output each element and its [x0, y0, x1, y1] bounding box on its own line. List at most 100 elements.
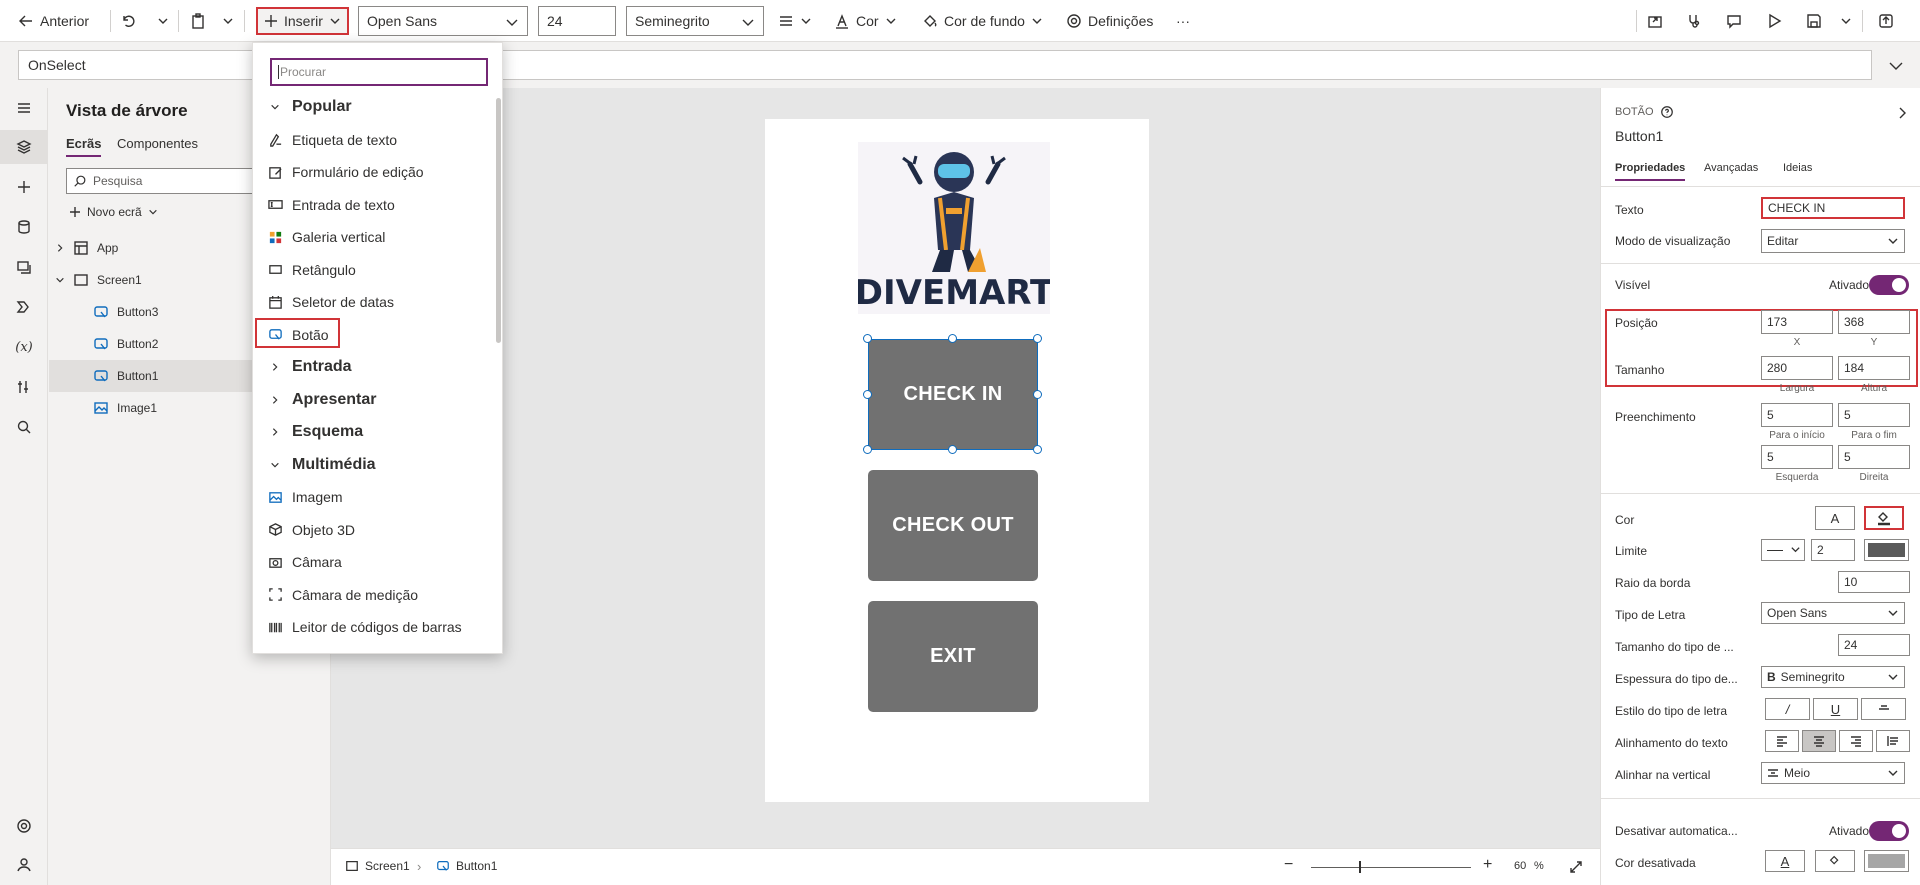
resize-handle[interactable]	[1033, 390, 1042, 399]
insert-item[interactable]: Objeto 3D	[253, 514, 493, 546]
display-mode-select[interactable]: Editar	[1761, 229, 1905, 253]
resize-handle[interactable]	[863, 445, 872, 454]
expand-formula-icon[interactable]	[1888, 58, 1904, 74]
insert-item[interactable]: Câmara	[253, 546, 493, 578]
app-checker-button[interactable]	[1686, 0, 1702, 42]
data-button[interactable]	[0, 210, 48, 244]
variables-button[interactable]: (x)	[0, 330, 48, 364]
formula-input[interactable]	[502, 50, 1872, 80]
visible-toggle[interactable]	[1869, 275, 1909, 295]
padding-right-input[interactable]: 5	[1838, 445, 1910, 469]
insert-item[interactable]: Formulário de edição	[253, 156, 493, 188]
media-button[interactable]	[0, 250, 48, 284]
breadcrumb-control[interactable]: Button1	[436, 859, 497, 873]
chevron-right-icon[interactable]	[1895, 106, 1909, 120]
check-out-button[interactable]: CHECK OUT	[868, 470, 1038, 581]
fill-color-button[interactable]	[1864, 506, 1904, 530]
font-weight-select[interactable]: Seminegrito	[626, 6, 764, 36]
tab-properties[interactable]: Propriedades	[1615, 162, 1686, 181]
height-input[interactable]: 184	[1838, 356, 1910, 380]
category-popular[interactable]: Popular	[253, 91, 493, 123]
border-style-select[interactable]	[1761, 539, 1805, 561]
insert-item[interactable]: Imagem	[253, 481, 493, 513]
color-button[interactable]: Cor	[834, 0, 897, 42]
x-input[interactable]: 173	[1761, 310, 1833, 334]
resize-handle[interactable]	[948, 334, 957, 343]
publish-button[interactable]	[1878, 0, 1894, 42]
category-apresentar[interactable]: Apresentar	[253, 384, 493, 416]
power-automate-button[interactable]	[0, 290, 48, 324]
comments-button[interactable]	[1726, 0, 1742, 42]
padding-top-input[interactable]: 5	[1761, 403, 1833, 427]
search-rail-button[interactable]	[0, 410, 48, 444]
border-color-button[interactable]	[1864, 539, 1909, 561]
more-button[interactable]: ···	[1176, 0, 1190, 42]
border-width-input[interactable]: 2	[1811, 539, 1855, 561]
menu-button[interactable]	[0, 91, 48, 125]
width-input[interactable]: 280	[1761, 356, 1833, 380]
tab-components[interactable]: Componentes	[117, 136, 198, 151]
app-screen[interactable]: DIVEMART CHECK IN CHECK OUT EXIT	[765, 119, 1149, 802]
insert-item[interactable]: Câmara de medição	[253, 579, 493, 611]
insert-item[interactable]: Retângulo	[253, 254, 493, 286]
disabled-border-color-button[interactable]	[1864, 850, 1909, 872]
back-button[interactable]: Anterior	[18, 0, 89, 42]
divemart-logo[interactable]: DIVEMART	[855, 142, 1054, 314]
y-input[interactable]: 368	[1838, 310, 1910, 334]
font-weight-select[interactable]: B Seminegrito	[1761, 666, 1905, 688]
new-screen-button[interactable]: Novo ecrã	[69, 205, 158, 219]
zoom-slider[interactable]	[1311, 867, 1471, 868]
undo-dropdown[interactable]	[157, 0, 169, 42]
settings-button[interactable]: Definições	[1066, 0, 1153, 42]
share-button[interactable]	[1647, 0, 1663, 42]
resize-handle[interactable]	[948, 445, 957, 454]
padding-left-input[interactable]: 5	[1761, 445, 1833, 469]
align-left-button[interactable]	[1765, 730, 1799, 752]
category-esquema[interactable]: Esquema	[253, 416, 493, 448]
paste-dropdown[interactable]	[222, 0, 234, 42]
auto-disable-toggle[interactable]	[1869, 821, 1909, 841]
undo-button[interactable]	[120, 0, 136, 42]
zoom-out-button[interactable]: −	[1284, 856, 1293, 874]
border-radius-input[interactable]: 10	[1838, 571, 1910, 593]
font-select[interactable]: Open Sans	[358, 6, 528, 36]
insert-item[interactable]: Seletor de datas	[253, 286, 493, 318]
fill-button[interactable]: Cor de fundo	[922, 0, 1043, 42]
resize-handle[interactable]	[863, 334, 872, 343]
save-button[interactable]	[1806, 0, 1822, 42]
font-size-input[interactable]: 24	[1838, 634, 1910, 656]
fit-to-window-icon[interactable]	[1568, 859, 1584, 875]
font-select[interactable]: Open Sans	[1761, 602, 1905, 624]
strikethrough-button[interactable]	[1861, 698, 1906, 720]
insert-item[interactable]: Entrada de texto	[253, 189, 493, 221]
design-canvas[interactable]: DIVEMART CHECK IN CHECK OUT EXIT	[331, 88, 1600, 848]
text-input[interactable]: CHECK IN	[1761, 197, 1905, 219]
scrollbar[interactable]	[496, 98, 501, 343]
account-rail-button[interactable]	[0, 848, 48, 882]
insert-rail-button[interactable]	[0, 170, 48, 204]
align-right-button[interactable]	[1839, 730, 1873, 752]
resize-handle[interactable]	[863, 390, 872, 399]
italic-button[interactable]: /	[1765, 698, 1810, 720]
paste-button[interactable]	[190, 0, 206, 42]
align-justify-button[interactable]	[1876, 730, 1910, 752]
insert-item[interactable]: Botão	[253, 319, 493, 351]
font-size-input[interactable]: 24	[538, 6, 616, 36]
tree-view-button[interactable]	[0, 130, 48, 164]
vertical-align-select[interactable]: Meio	[1761, 762, 1905, 784]
text-color-button[interactable]: A	[1815, 506, 1855, 530]
resize-handle[interactable]	[1033, 334, 1042, 343]
advanced-tools-button[interactable]	[0, 370, 48, 404]
breadcrumb-screen[interactable]: Screen1	[345, 859, 410, 873]
save-dropdown[interactable]	[1840, 0, 1852, 42]
zoom-slider-thumb[interactable]	[1359, 861, 1361, 873]
zoom-in-button[interactable]: +	[1483, 856, 1492, 874]
align-center-button[interactable]	[1802, 730, 1836, 752]
settings-rail-button[interactable]	[0, 809, 48, 843]
preview-button[interactable]	[1766, 0, 1782, 42]
tab-screens[interactable]: Ecrãs	[66, 136, 102, 157]
underline-button[interactable]: U	[1813, 698, 1858, 720]
disabled-fill-color-button[interactable]	[1815, 850, 1855, 872]
disabled-text-color-button[interactable]: A	[1765, 850, 1805, 872]
insert-item[interactable]: Leitor de códigos de barras	[253, 611, 493, 643]
